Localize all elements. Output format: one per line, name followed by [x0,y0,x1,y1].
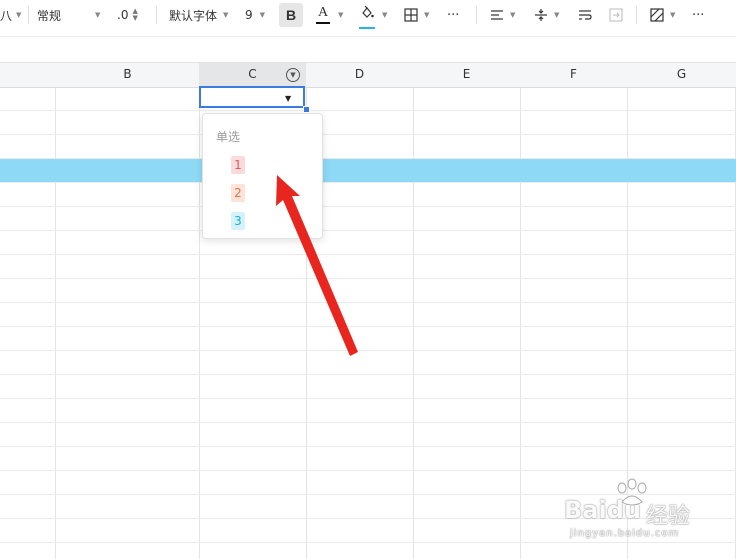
annotation-arrow [276,175,358,356]
baidu-watermark: Baidu 经验 jingyan.baidu.com [560,478,710,548]
watermark-url: jingyan.baidu.com [570,528,680,539]
watermark-cn: 经验 [646,504,691,529]
watermark-brand: Baidu [564,496,641,524]
